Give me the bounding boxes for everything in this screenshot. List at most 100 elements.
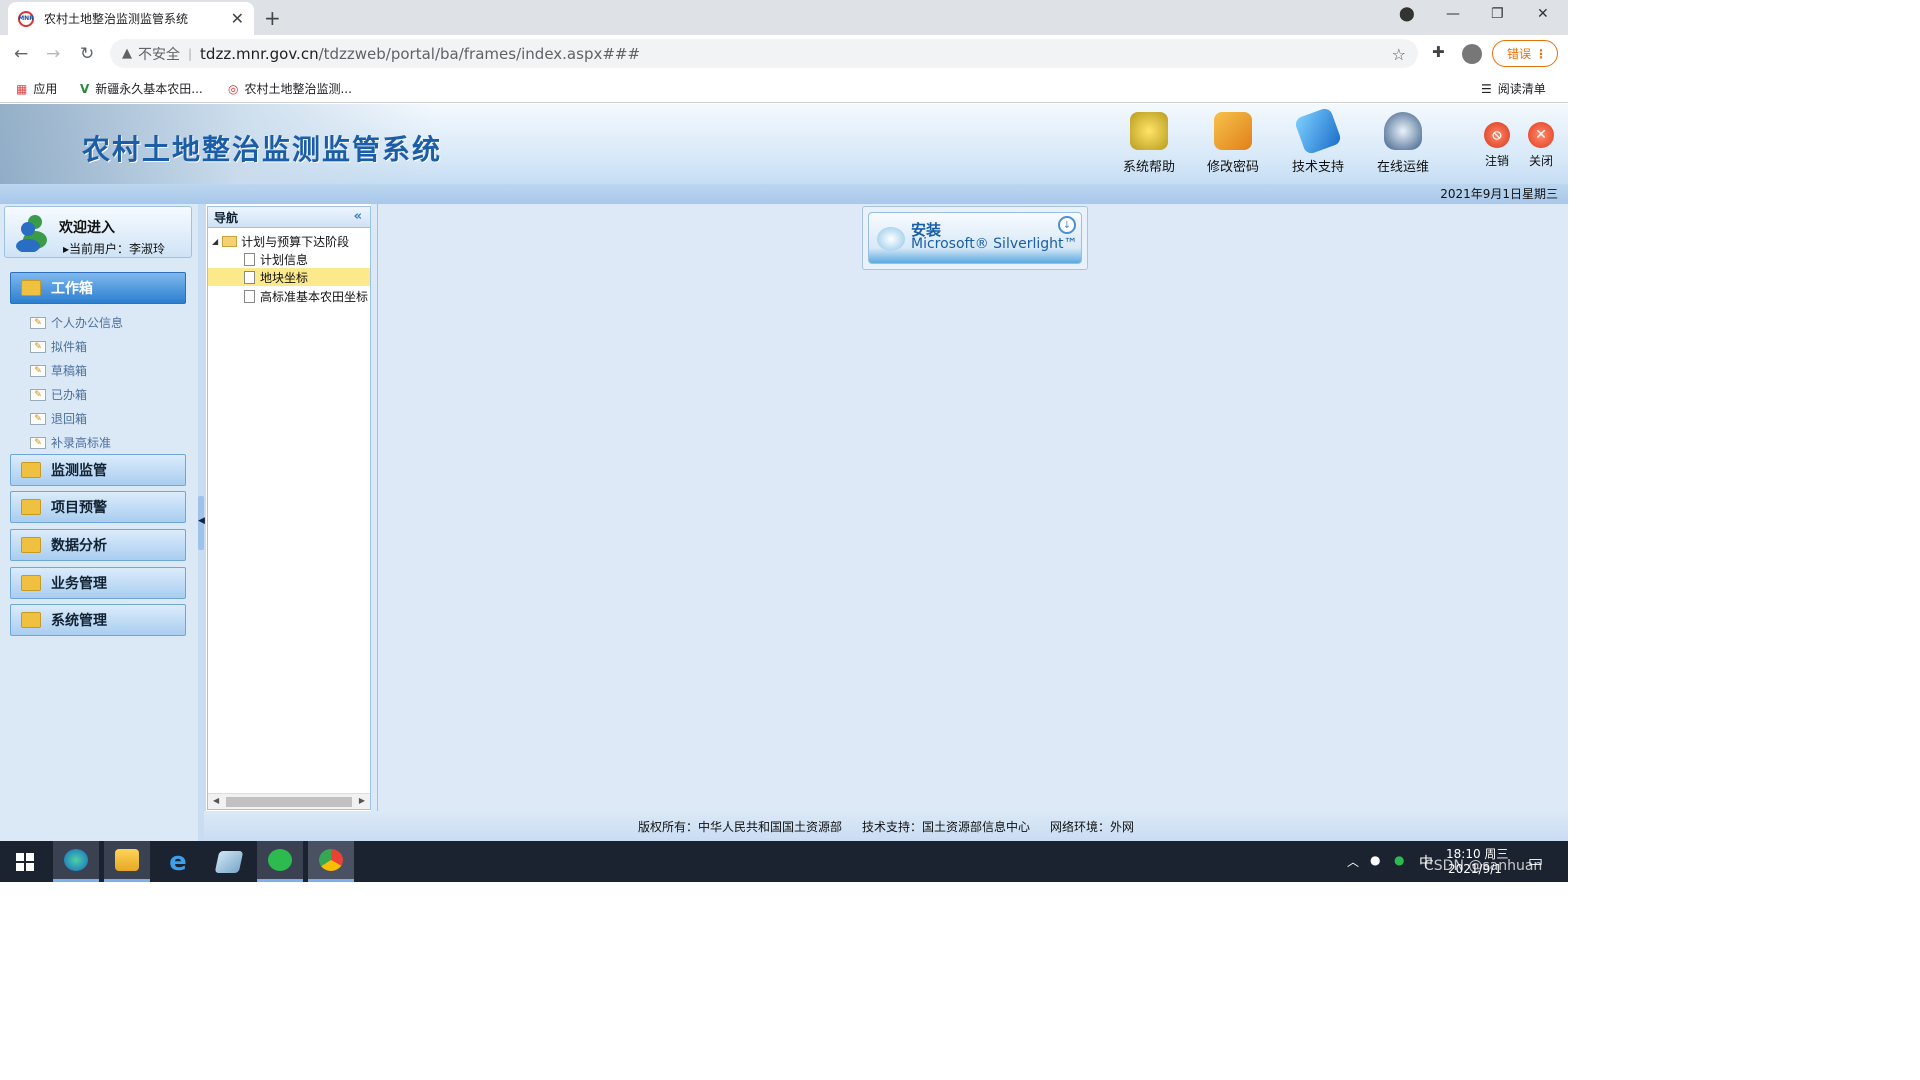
tab-search-icon[interactable]: ⬤ <box>1399 6 1415 22</box>
system-help-button[interactable]: 系统帮助 <box>1114 112 1184 175</box>
notes-app-icon <box>215 851 244 873</box>
category-data-analysis[interactable]: 数据分析 <box>10 529 186 561</box>
wechat-tray-icon[interactable]: ● <box>1394 853 1404 867</box>
install-silverlight-button[interactable]: 安装 Microsoft® Silverlight™ ↓ <box>868 212 1082 264</box>
bookmark-label: 农村土地整治监测... <box>244 80 351 97</box>
taskbar-app[interactable] <box>206 841 252 882</box>
profile-avatar-icon[interactable] <box>1462 44 1482 64</box>
user-avatar-icon <box>15 212 49 252</box>
sidebar-splitter[interactable]: ◀ <box>198 204 206 841</box>
tray-chevron-up-icon[interactable]: ︿ <box>1347 853 1359 870</box>
tab-strip: MNR 农村土地整治监测监管系统 ✕ + ⬤ — ❐ ✕ <box>0 0 1568 35</box>
reading-list[interactable]: ☰阅读清单 <box>1481 80 1546 97</box>
tree-node-label: 高标准基本农田坐标 <box>260 288 368 305</box>
logout-icon: ⦸ <box>1484 122 1510 148</box>
bookmark-apps[interactable]: ▦应用 <box>16 80 57 97</box>
menu-dots-icon[interactable]: ⋮ <box>1535 47 1547 61</box>
workbox-item-draft-in[interactable]: ✎拟件箱 <box>30 338 87 355</box>
nav-tree-panel: 导航 « ◢ 计划与预算下达阶段 计划信息 地块坐标 高标准基本农田坐标 ◀ ▶ <box>207 206 371 810</box>
folder-icon <box>21 575 41 591</box>
edit-note-icon: ✎ <box>30 413 46 425</box>
category-label: 数据分析 <box>51 535 107 555</box>
tree-node-plan-stage[interactable]: ◢ 计划与预算下达阶段 <box>212 232 349 250</box>
close-tab-icon[interactable]: ✕ <box>231 9 244 28</box>
online-ops-button[interactable]: 在线运维 <box>1368 112 1438 175</box>
gear-icon <box>1130 112 1168 150</box>
online-ops-label: 在线运维 <box>1377 156 1429 175</box>
workbox-item-drafts[interactable]: ✎草稿箱 <box>30 362 87 379</box>
new-tab-icon[interactable]: + <box>264 6 281 30</box>
left-sidebar: 欢迎进入 ▸当前用户：李淑玲 工作箱 ✎个人办公信息 ✎拟件箱 ✎草稿箱 ✎已办… <box>0 204 198 841</box>
minimize-icon[interactable]: — <box>1446 6 1460 22</box>
edge-icon <box>64 849 88 871</box>
double-chevron-left-icon[interactable]: « <box>354 209 362 224</box>
tree-node-plot-coordinates[interactable]: 地块坐标 <box>208 268 370 286</box>
change-password-label: 修改密码 <box>1207 156 1259 175</box>
collapse-left-icon[interactable]: ◀ <box>198 516 205 526</box>
url-text[interactable]: tdzz.mnr.gov.cn/tdzzweb/portal/ba/frames… <box>200 45 640 63</box>
workbox-item-done[interactable]: ✎已办箱 <box>30 386 87 403</box>
change-password-button[interactable]: 修改密码 <box>1198 112 1268 175</box>
welcome-text: 欢迎进入 <box>59 217 115 237</box>
tree-node-label: 地块坐标 <box>260 269 308 286</box>
error-button[interactable]: 错误⋮ <box>1492 40 1558 67</box>
category-workbox[interactable]: 工作箱 <box>10 272 186 304</box>
restore-icon[interactable]: ❐ <box>1491 6 1504 22</box>
address-bar[interactable]: ▲ 不安全 | tdzz.mnr.gov.cn/tdzzweb/portal/b… <box>110 39 1418 68</box>
reload-icon[interactable]: ↻ <box>80 44 94 64</box>
close-icon: ✕ <box>1528 122 1554 148</box>
workbox-item-label: 个人办公信息 <box>51 314 123 331</box>
category-label: 项目预警 <box>51 497 107 517</box>
taskbar-explorer[interactable] <box>104 841 150 882</box>
extensions-icon[interactable]: ✚ <box>1432 43 1445 61</box>
bookmarks-bar: ▦应用 V新疆永久基本农田... ◎农村土地整治监测... ☰阅读清单 <box>0 72 1568 103</box>
folder-key-icon <box>1214 112 1252 150</box>
forward-icon[interactable]: → <box>46 44 60 64</box>
qq-tray-icon[interactable]: ● <box>1370 853 1380 867</box>
mnr-favicon-icon: MNR <box>18 11 34 27</box>
bookmark-xinjiang[interactable]: V新疆永久基本农田... <box>80 80 203 97</box>
security-label[interactable]: 不安全 <box>138 44 180 64</box>
nav-header-label: 导航 <box>214 209 238 226</box>
scrollbar-thumb[interactable] <box>226 797 352 807</box>
windows-taskbar: e ︿ ● ● 中 18:10 周三 2021/9/1 CSDN @sanhua… <box>0 841 1568 882</box>
category-monitoring[interactable]: 监测监管 <box>10 454 186 486</box>
bookmark-star-icon[interactable]: ☆ <box>1392 45 1406 64</box>
category-system[interactable]: 系统管理 <box>10 604 186 636</box>
start-button[interactable] <box>2 841 48 882</box>
notification-icon[interactable]: ▭ <box>1528 851 1543 870</box>
folder-icon <box>222 236 237 247</box>
window-close-icon[interactable]: ✕ <box>1537 6 1549 22</box>
browser-tab[interactable]: MNR 农村土地整治监测监管系统 ✕ <box>8 2 254 35</box>
folder-icon <box>21 280 41 296</box>
edit-note-icon: ✎ <box>30 317 46 329</box>
back-icon[interactable]: ← <box>14 44 28 64</box>
category-label: 系统管理 <box>51 610 107 630</box>
category-business[interactable]: 业务管理 <box>10 567 186 599</box>
warning-icon[interactable]: ▲ <box>122 46 132 61</box>
expand-triangle-icon[interactable]: ◢ <box>212 237 218 246</box>
tree-node-farmland-coordinates[interactable]: 高标准基本农田坐标 <box>244 287 368 305</box>
url-path: /tdzzweb/portal/ba/frames/index.aspx### <box>319 45 640 63</box>
taskbar-ie[interactable]: e <box>155 841 201 882</box>
close-button[interactable]: ✕ 关闭 <box>1523 122 1559 169</box>
bookmark-label: 新疆永久基本农田... <box>95 80 202 97</box>
workbox-item-supplement[interactable]: ✎补录高标准 <box>30 434 111 451</box>
taskbar-chrome[interactable] <box>308 841 354 882</box>
tree-node-plan-info[interactable]: 计划信息 <box>244 250 308 268</box>
logout-button[interactable]: ⦸ 注销 <box>1479 122 1515 169</box>
download-icon: ↓ <box>1058 216 1076 234</box>
scroll-right-icon[interactable]: ▶ <box>359 796 365 805</box>
horizontal-scrollbar[interactable]: ◀ ▶ <box>208 793 370 809</box>
watermark: CSDN @sanhuan <box>1424 858 1542 874</box>
taskbar-wechat[interactable] <box>257 841 303 882</box>
workbox-item-returned[interactable]: ✎退回箱 <box>30 410 87 427</box>
browser-toolbar: ← → ↻ ▲ 不安全 | tdzz.mnr.gov.cn/tdzzweb/po… <box>0 35 1568 72</box>
taskbar-edge[interactable] <box>53 841 99 882</box>
bookmark-tdzz[interactable]: ◎农村土地整治监测... <box>228 80 352 97</box>
workbox-item-personal[interactable]: ✎ 个人办公信息 <box>30 314 123 331</box>
tech-support-button[interactable]: 技术支持 <box>1283 112 1353 175</box>
category-project-warning[interactable]: 项目预警 <box>10 491 186 523</box>
scroll-left-icon[interactable]: ◀ <box>213 796 219 805</box>
tab-title: 农村土地整治监测监管系统 <box>44 10 231 27</box>
